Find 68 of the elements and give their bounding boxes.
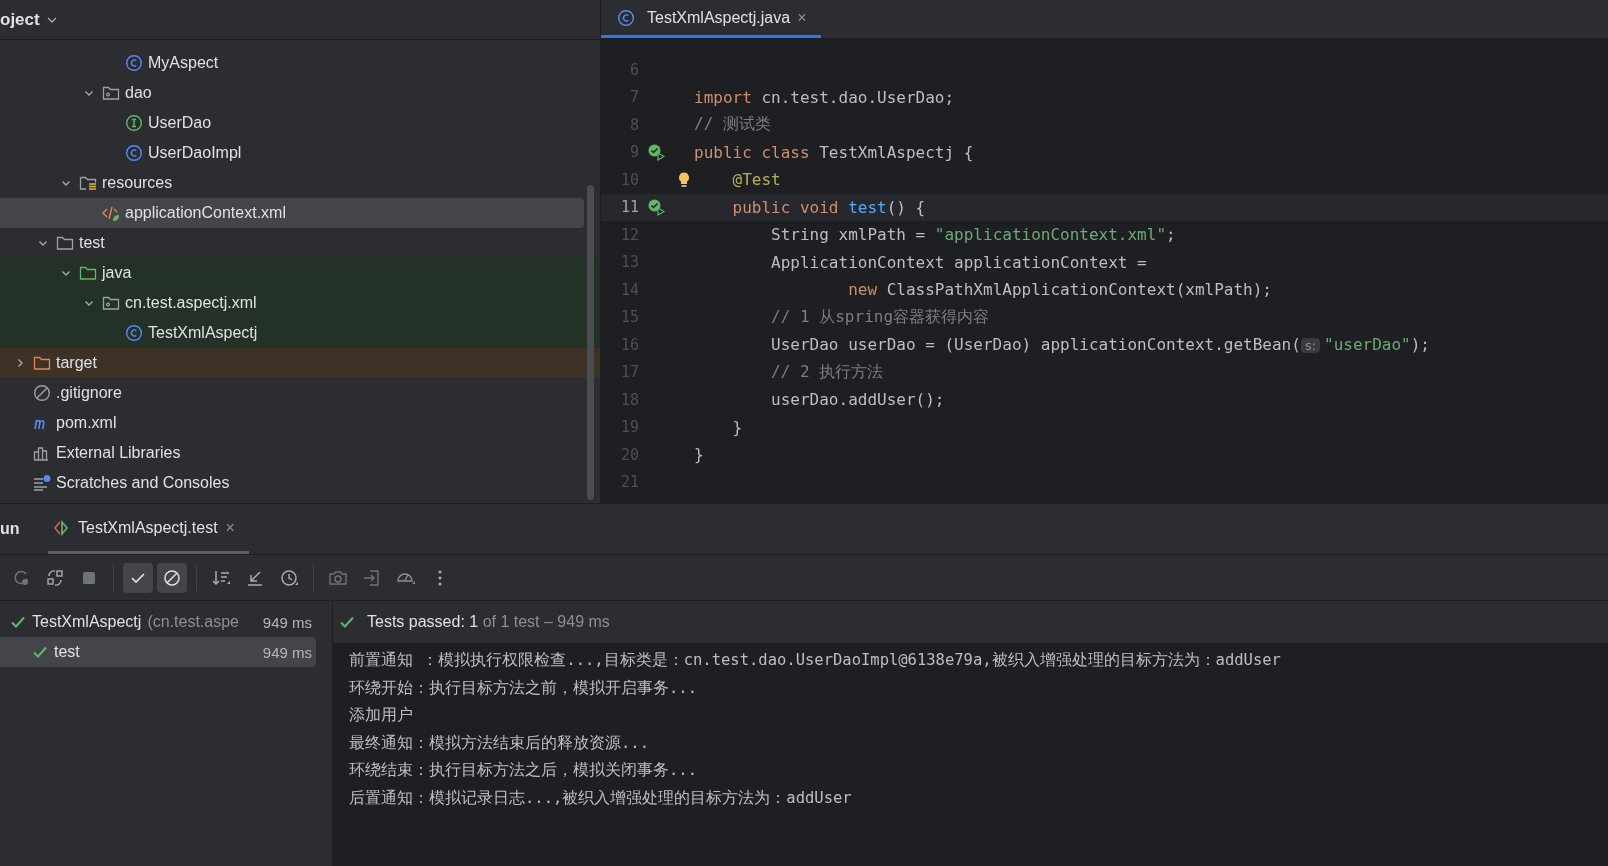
- code-line: }: [694, 445, 704, 465]
- gauge-icon: [397, 570, 415, 585]
- tree-item[interactable]: resources: [0, 168, 584, 198]
- line-number: 11: [619, 198, 639, 217]
- tree-item[interactable]: pom.xml: [0, 408, 584, 438]
- run-tab[interactable]: TestXmlAspectj.test ×: [48, 504, 249, 554]
- console-line: 最终通知：模拟方法结束后的释放资源...: [349, 732, 649, 754]
- clock-icon: [279, 567, 299, 588]
- tree-item[interactable]: test: [0, 228, 584, 258]
- class-icon: [617, 8, 635, 27]
- test-status: Tests passed: 1 of 1 test – 949 ms: [367, 613, 610, 631]
- import-icon: [362, 567, 382, 588]
- test-config-icon: [52, 518, 70, 537]
- close-icon[interactable]: ×: [225, 518, 235, 537]
- panel-title[interactable]: un: [0, 520, 48, 538]
- code-line: // 2 执行方法: [770, 361, 884, 383]
- code-line: new ClassPathXmlApplicationContext(xmlPath);: [847, 280, 1272, 300]
- code-line: // 1 从spring容器获得内容: [770, 306, 990, 328]
- prohibited-icon: [33, 384, 51, 402]
- tree-item[interactable]: MyAspect: [0, 48, 584, 78]
- checkmark-icon: [32, 644, 48, 660]
- class-icon: [125, 144, 143, 162]
- run-test-icon[interactable]: [647, 143, 665, 162]
- code-line: UserDao userDao = (UserDao) applicationContext.getBean( s: "userDao");: [770, 335, 1430, 355]
- close-icon[interactable]: ×: [797, 8, 807, 27]
- console-line: 前置通知 ：模拟执行权限检查...,目标类是：cn.test.dao.UserDaoImpl@6138e79a,被织入增强处理的目标方法为：addUser: [349, 650, 1281, 672]
- folder-icon: [56, 234, 74, 252]
- tree-item[interactable]: Scratches and Consoles: [0, 468, 584, 498]
- package-folder-icon: [102, 294, 120, 312]
- tree-item[interactable]: External Libraries: [0, 438, 584, 468]
- code-line: ApplicationContext applicationContext =: [770, 252, 1147, 272]
- code-line: // 测试类: [694, 114, 771, 136]
- tree-item[interactable]: UserDaoImpl: [0, 138, 584, 168]
- resources-folder-icon: [79, 174, 97, 192]
- tree-item[interactable]: dao: [0, 78, 584, 108]
- class-icon: [125, 324, 143, 342]
- scrollbar[interactable]: [587, 185, 594, 500]
- run-test-icon[interactable]: [647, 198, 665, 217]
- tree-item[interactable]: UserDao: [0, 108, 584, 138]
- folder-icon: [33, 354, 51, 372]
- console-line: 后置通知：模拟记录日志...,被织入增强处理的目标方法为：addUser: [349, 787, 852, 809]
- checkmark-icon: [10, 614, 26, 630]
- code-line: String xmlPath = "applicationContext.xml";: [770, 225, 1176, 245]
- console-line: 环绕结束：执行目标方法之后，模拟关闭事务...: [349, 760, 697, 782]
- libraries-icon: [33, 444, 51, 462]
- prohibited-icon: [162, 567, 182, 588]
- rerun-failed-icon: [45, 567, 65, 588]
- code-line: }: [731, 417, 743, 437]
- panel-title[interactable]: oject: [0, 9, 40, 30]
- test-tree-item[interactable]: TestXmlAspectj (cn.test.aspe 949 ms: [0, 607, 316, 637]
- class-icon: [125, 54, 143, 72]
- console-line: 添加用户: [349, 705, 413, 727]
- code-line: @Test: [731, 170, 781, 190]
- more-icon: [438, 569, 442, 586]
- code-line: import cn.test.dao.UserDao;: [694, 87, 955, 107]
- tree-item[interactable]: applicationContext.xml: [0, 198, 584, 228]
- tree-item[interactable]: .gitignore: [0, 378, 584, 408]
- code-line: public void test() {: [731, 197, 926, 217]
- console-line: 环绕开始：执行目标方法之前，模拟开启事务...: [349, 677, 697, 699]
- xml-file-icon: [102, 204, 120, 222]
- test-tree-item[interactable]: test 949 ms: [0, 637, 316, 667]
- checkmark-icon: [339, 614, 355, 630]
- scratches-icon: [33, 474, 51, 492]
- package-folder-icon: [102, 84, 120, 102]
- code-line: userDao.addUser();: [770, 390, 945, 410]
- code-line: public class TestXmlAspectj {: [694, 142, 974, 162]
- interface-icon: [125, 114, 143, 132]
- folder-icon: [79, 264, 97, 282]
